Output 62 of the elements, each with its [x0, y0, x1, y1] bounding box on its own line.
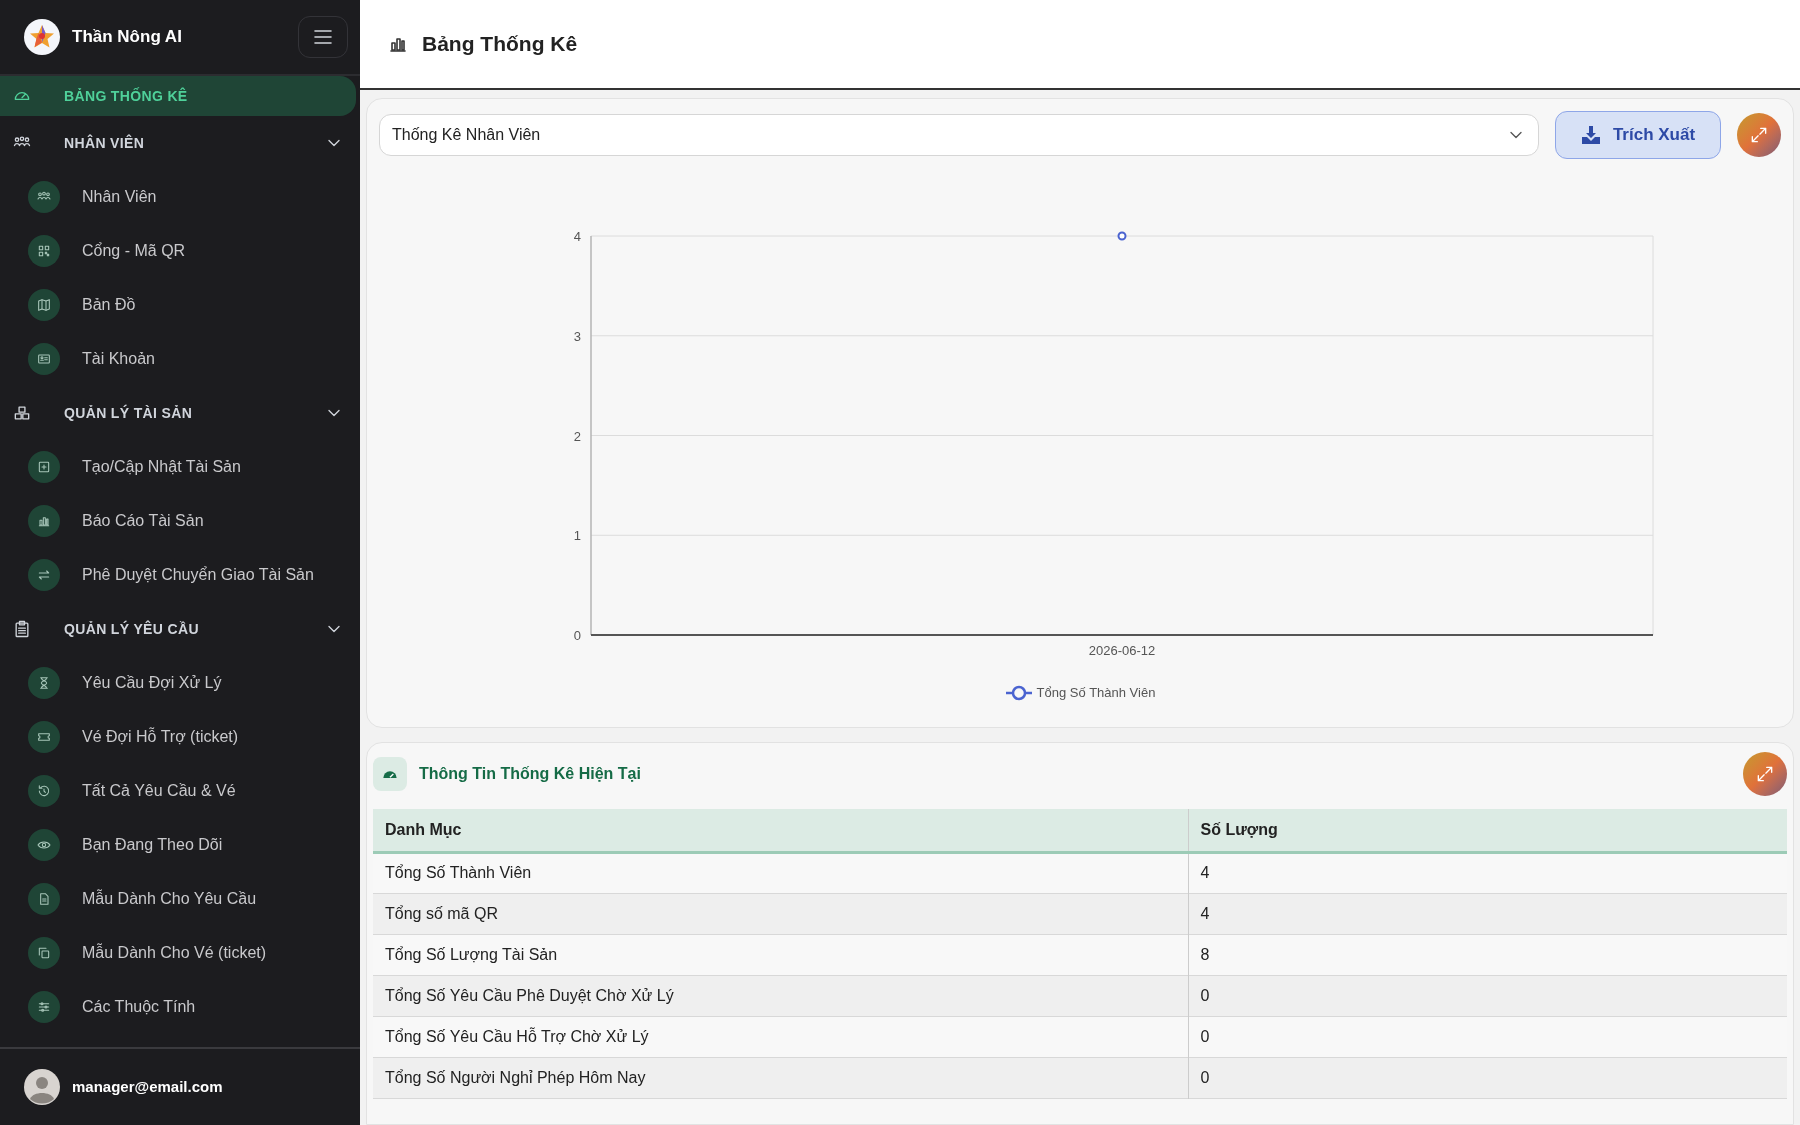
brand-name: Thần Nông AI [72, 26, 182, 49]
table-cell: Tổng Số Lượng Tài Sản [373, 934, 1188, 975]
plus-square-icon [36, 459, 52, 475]
sliders-icon [36, 999, 52, 1015]
qr-code-icon [36, 243, 52, 259]
expand-button[interactable] [1737, 113, 1781, 157]
history-icon [36, 783, 52, 799]
swap-arrows-icon [36, 567, 52, 583]
nav-item[interactable]: Nhân Viên [0, 170, 360, 224]
nav-item[interactable]: Yêu Cầu Đợi Xử Lý [0, 656, 360, 710]
nav-item[interactable]: Phê Duyệt Chuyển Giao Tài Sản [0, 548, 360, 602]
page-title: Bảng Thống Kê [422, 31, 578, 58]
y-tick-label: 3 [573, 328, 581, 344]
nav-item[interactable]: Tất Cả Yêu Cầu & Vé [0, 764, 360, 818]
nav-section-header[interactable]: NHÂN VIÊN [0, 116, 360, 170]
column-header: Số Lượng [1188, 809, 1787, 852]
nav-item[interactable]: Vé Đợi Hỗ Trợ (ticket) [0, 710, 360, 764]
nav-item[interactable]: Các Thuộc Tính [0, 980, 360, 1034]
user-email: manager@email.com [72, 1076, 223, 1097]
nav-item[interactable]: Bạn Đang Theo Dõi [0, 818, 360, 872]
download-icon [1580, 125, 1601, 145]
table-cell: 4 [1188, 893, 1787, 934]
nav-item[interactable]: Mẫu Dành Cho Yêu Cầu [0, 872, 360, 926]
expand-icon [1749, 125, 1769, 145]
nav-item[interactable]: Tài Khoản [0, 332, 360, 386]
nav-item[interactable]: Mẫu Dành Cho Vé (ticket) [0, 926, 360, 980]
expand-button[interactable] [1743, 752, 1787, 796]
table-cell: 0 [1188, 1016, 1787, 1057]
table-cell: 0 [1188, 975, 1787, 1016]
x-tick-label: 2026-06-12 [1088, 643, 1156, 658]
id-card-icon [36, 351, 52, 367]
map-icon [36, 297, 52, 313]
nav-item[interactable]: Báo Cáo Tài Sản [0, 494, 360, 548]
table-cell: Tổng Số Yêu Cầu Hỗ Trợ Chờ Xử Lý [373, 1016, 1188, 1057]
table-cell: Tổng Số Yêu Cầu Phê Duyệt Chờ Xử Lý [373, 975, 1188, 1016]
y-tick-label: 0 [573, 628, 581, 643]
menu-button[interactable] [298, 16, 348, 58]
y-tick-label: 2 [573, 428, 581, 444]
nav-section-header[interactable]: QUẢN LÝ TÀI SẢN [0, 386, 360, 440]
legend-label: Tổng Số Thành Viên [1036, 684, 1156, 702]
y-tick-label: 1 [573, 528, 581, 544]
expand-icon [1755, 764, 1775, 784]
table-cell: Tổng Số Thành Viên [373, 852, 1188, 893]
nav-item[interactable]: BẢNG THỐNG KÊ [0, 76, 356, 116]
nav-item[interactable]: Cổng - Mã QR [0, 224, 360, 278]
nav-item[interactable]: Tạo/Cập Nhật Tài Sản [0, 440, 360, 494]
table-cell: Tổng số mã QR [373, 893, 1188, 934]
y-tick-label: 4 [573, 229, 581, 244]
export-button[interactable]: Trích Xuất [1555, 111, 1721, 159]
nav-item[interactable]: Bản Đồ [0, 278, 360, 332]
nav-section-header[interactable]: QUẢN LÝ YÊU CẦU [0, 602, 360, 656]
avatar[interactable] [24, 1069, 60, 1105]
logo-icon [24, 19, 60, 55]
statistic-select[interactable]: Thống Kê Nhân Viên [379, 114, 1539, 156]
table-cell: 8 [1188, 934, 1787, 975]
copy-icon [36, 945, 52, 961]
section-title: Thông Tin Thống Kê Hiện Tại [419, 764, 641, 784]
table-cell: Tổng Số Người Nghỉ Phép Hôm Nay [373, 1057, 1188, 1098]
column-header: Danh Mục [373, 809, 1188, 852]
table-cell: 4 [1188, 852, 1787, 893]
data-point [1117, 231, 1127, 241]
table-cell: 0 [1188, 1057, 1787, 1098]
